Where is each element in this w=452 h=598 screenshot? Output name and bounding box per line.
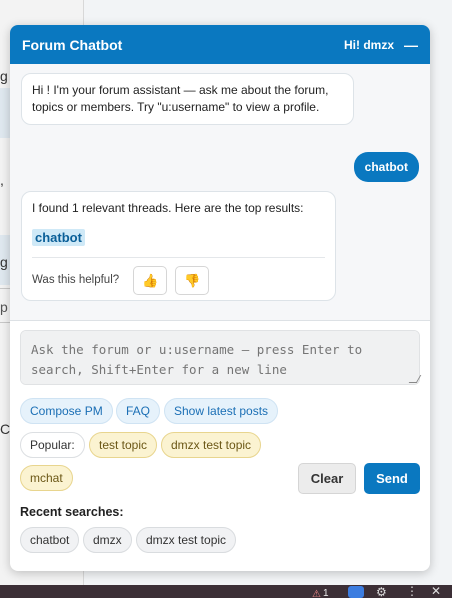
show-latest-posts-button[interactable]: Show latest posts xyxy=(164,398,279,424)
popular-topic-chip[interactable]: dmzx test topic xyxy=(161,432,262,458)
thumbs-up-button[interactable]: 👍 xyxy=(133,266,168,295)
warning-count: 1 xyxy=(323,588,329,598)
chatbot-window: Forum Chatbot Hi! dmzx — Hi ! I'm your f… xyxy=(10,25,430,571)
bot-message: Hi ! I'm your forum assistant — ask me a… xyxy=(21,73,354,125)
bot-message-text: Hi ! I'm your forum assistant — ask me a… xyxy=(32,83,329,114)
divider xyxy=(10,320,430,321)
recent-search-chip[interactable]: dmzx xyxy=(83,527,132,553)
faq-button[interactable]: FAQ xyxy=(116,398,161,424)
background-fragment: g xyxy=(0,254,8,270)
recent-search-chip[interactable]: chatbot xyxy=(20,527,80,553)
message-list[interactable]: Hi ! I'm your forum assistant — ask me a… xyxy=(10,64,430,320)
chat-title: Forum Chatbot xyxy=(22,36,123,53)
popular-label: Popular: xyxy=(20,432,85,458)
thumbs-down-icon: 👎 xyxy=(184,273,201,288)
recent-search-chip[interactable]: dmzx test topic xyxy=(136,527,237,553)
background-fragment: p xyxy=(0,299,8,315)
user-greeting: Hi! dmzx xyxy=(343,37,394,52)
gear-icon[interactable]: ⚙ xyxy=(376,585,387,598)
minimize-button[interactable]: — xyxy=(404,38,418,52)
clear-button[interactable]: Clear xyxy=(298,463,356,494)
extension-icon[interactable] xyxy=(348,586,364,598)
thumbs-up-icon: 👍 xyxy=(142,273,159,288)
result-link[interactable]: chatbot xyxy=(32,229,85,246)
thumbs-down-button[interactable]: 👎 xyxy=(175,266,210,295)
user-message-text: chatbot xyxy=(364,160,408,174)
feedback-row: Was this helpful? 👍 👎 xyxy=(32,257,325,295)
chat-input[interactable] xyxy=(20,330,420,385)
popular-topic-chip[interactable]: mchat xyxy=(20,465,73,491)
warning-icon[interactable]: ⚠ xyxy=(312,589,321,598)
popular-topic-chip[interactable]: test topic xyxy=(89,432,158,458)
more-options-icon[interactable]: ⋮ xyxy=(406,584,418,598)
recent-searches-title: Recent searches: xyxy=(20,505,124,519)
user-message: chatbot xyxy=(353,152,419,182)
chat-header: Forum Chatbot Hi! dmzx — xyxy=(10,25,430,64)
bot-message: I found 1 relevant threads. Here are the… xyxy=(21,191,336,301)
send-button[interactable]: Send xyxy=(364,463,420,494)
feedback-label: Was this helpful? xyxy=(32,274,120,286)
background-fragment: g xyxy=(0,68,8,84)
close-icon[interactable]: ✕ xyxy=(431,584,441,598)
background-fragment: , xyxy=(0,172,4,188)
compose-pm-button[interactable]: Compose PM xyxy=(20,398,113,424)
bot-message-text: I found 1 relevant threads. Here are the… xyxy=(32,201,304,215)
